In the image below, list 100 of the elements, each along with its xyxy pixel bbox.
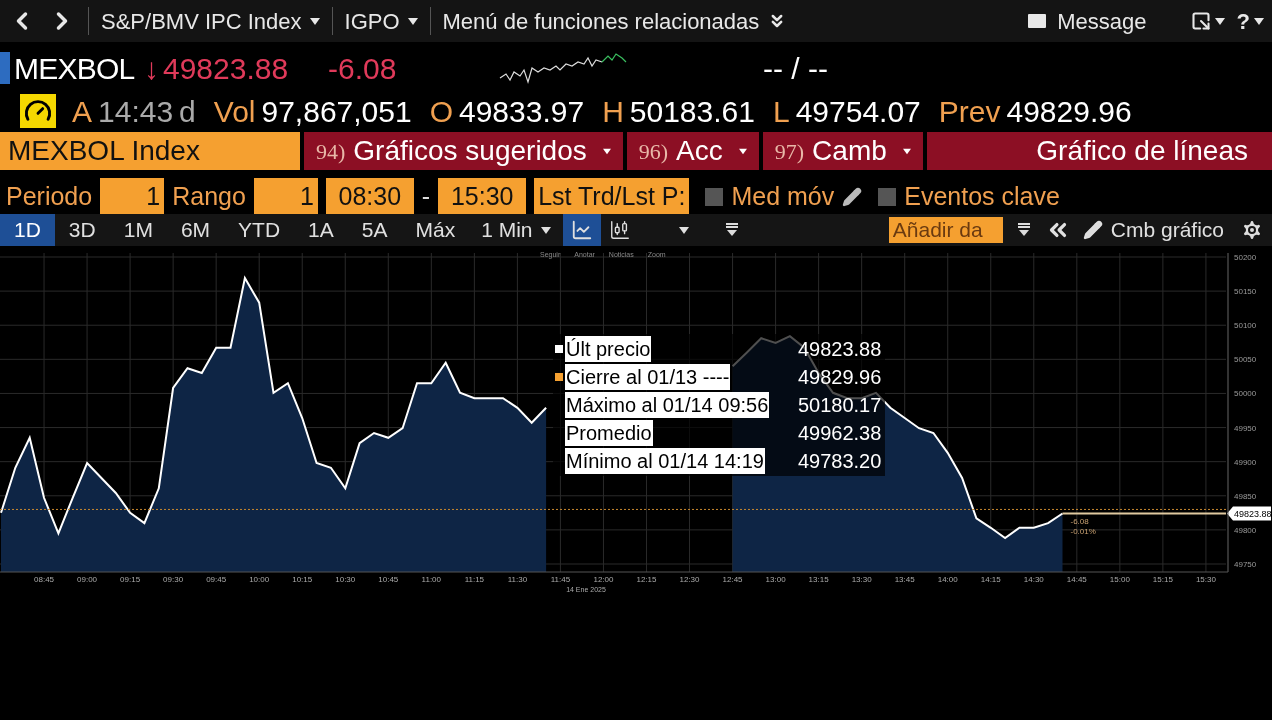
function-tab[interactable]: 96) Acc — [626, 132, 759, 170]
range-tab[interactable]: 1D — [0, 214, 55, 246]
x-axis-label: 10:30 — [335, 575, 356, 584]
last-price: 49823.88 — [163, 50, 290, 87]
message-button[interactable]: Message — [1025, 4, 1147, 38]
period-label: Periodo — [6, 181, 93, 213]
range-tab[interactable]: Máx — [401, 214, 470, 246]
direction-arrow: ↓ — [144, 50, 159, 87]
stat-label: Prev — [938, 93, 1001, 130]
edit-chart-button[interactable]: Cmb gráfico — [1078, 214, 1228, 246]
x-axis-label: 10:45 — [378, 575, 399, 584]
security-input[interactable]: MEXBOL Index — [0, 132, 300, 170]
window-icon — [1190, 11, 1211, 31]
caret-icon — [1214, 17, 1225, 25]
function-number: 94) — [316, 137, 346, 166]
function-label: Acc — [676, 134, 723, 168]
x-axis-label: 13:00 — [765, 575, 786, 584]
range-tab[interactable]: 1M — [109, 214, 167, 246]
x-axis-label: 09:30 — [163, 575, 184, 584]
range-tab[interactable]: 6M — [166, 214, 225, 246]
range-tab[interactable]: 5A — [347, 214, 402, 246]
x-axis-label: 12:45 — [722, 575, 743, 584]
x-axis-label: 15:30 — [1195, 575, 1216, 584]
end-time-field[interactable]: 15:30 — [438, 178, 527, 216]
stat-label: O — [429, 93, 453, 130]
change-label: -0.01% — [1070, 526, 1096, 536]
stat-value: 50183.61 — [629, 93, 755, 130]
function-tab[interactable]: 94) Gráficos sugeridos — [304, 132, 623, 170]
range-label: Rango — [172, 181, 246, 213]
range-tab[interactable]: 1A — [294, 214, 348, 246]
related-functions-menu[interactable]: Menú de funciones relacionadas — [442, 4, 788, 38]
function-number: 96) — [638, 137, 669, 166]
market-status: A — [72, 93, 92, 130]
x-axis-label: 12:30 — [679, 575, 700, 584]
range-tab[interactable]: YTD — [224, 214, 295, 246]
x-axis-label: 14:45 — [1066, 575, 1087, 584]
y-axis-label: 49800 — [1234, 525, 1257, 535]
legend-label: Máximo al 01/14 09:56 — [565, 392, 770, 418]
x-axis-label: 11:30 — [507, 575, 528, 584]
y-axis-label: 49900 — [1234, 457, 1257, 467]
checkbox-label: Med móv — [731, 181, 835, 213]
legend-value: 49823.88 — [796, 337, 882, 362]
gauge-icon — [20, 94, 56, 128]
y-axis-label: 49750 — [1234, 560, 1257, 569]
x-axis-label: 13:45 — [894, 575, 915, 584]
legend-label: Mínimo al 01/14 14:19 — [565, 448, 765, 474]
caret-icon — [540, 226, 551, 234]
add-data-field[interactable]: Añadir da — [888, 217, 1003, 243]
last-price-label: 49823.88 — [1227, 506, 1272, 521]
time-separator: - — [421, 181, 431, 213]
y-axis-label: 49850 — [1234, 491, 1257, 501]
bid-ask: -- / -- — [763, 50, 828, 87]
function-label: Gráficos sugeridos — [353, 134, 587, 168]
function-tab[interactable]: 97) Camb — [762, 132, 923, 170]
stat-value: 97,867,051 — [261, 93, 412, 130]
x-axis-label: 10:00 — [249, 575, 270, 584]
checkbox[interactable] — [878, 188, 897, 206]
x-axis-label: 08:45 — [34, 575, 55, 584]
function-label: Gráfico de líneas — [1036, 134, 1248, 168]
range-tab[interactable]: 3D — [54, 214, 110, 246]
stat-label: H — [602, 93, 624, 130]
function-tab[interactable]: Gráfico de líneas — [926, 132, 1272, 170]
window-menu[interactable] — [1190, 11, 1225, 31]
line-chart-button[interactable] — [562, 214, 601, 246]
stat-label: Vol — [213, 93, 256, 130]
quote-time: 14:43 — [98, 93, 174, 130]
x-axis-label: 13:30 — [851, 575, 872, 584]
stat-value: 49833.97 — [459, 93, 585, 130]
help-menu[interactable]: ? — [1236, 4, 1264, 38]
security-dropdown[interactable]: S&P/BMV IPC Index — [101, 4, 320, 38]
caret-icon — [1254, 17, 1264, 25]
delay-text: d — [179, 93, 196, 130]
price-type-dropdown[interactable]: Lst Trd/Lst P: — [534, 178, 690, 216]
legend-value: 49962.38 — [796, 421, 882, 446]
source-dropdown[interactable]: IGPO — [344, 4, 418, 38]
x-axis-label: 14:00 — [937, 575, 958, 584]
x-axis-label: 11:00 — [421, 575, 442, 584]
x-axis-label: 11:45 — [550, 575, 571, 584]
y-axis-label: 49950 — [1234, 423, 1257, 433]
checkbox[interactable] — [705, 188, 724, 206]
stack-menu-icon[interactable] — [724, 223, 739, 237]
x-axis-label: 14:15 — [980, 575, 1001, 584]
x-axis-label: 11:15 — [464, 575, 485, 584]
x-axis-label: 12:15 — [636, 575, 657, 584]
start-time-field[interactable]: 08:30 — [325, 178, 414, 216]
period-field[interactable]: 1 — [100, 178, 165, 216]
line-chart-icon — [570, 219, 593, 241]
x-axis-label: 09:15 — [120, 575, 141, 584]
interval-dropdown[interactable]: 1 Min — [469, 214, 563, 246]
stat-value: 49754.07 — [795, 93, 921, 130]
function-number: 97) — [774, 137, 805, 166]
checkbox-label: Eventos clave — [904, 181, 1060, 213]
y-axis-label: 50000 — [1234, 389, 1257, 399]
range-field[interactable]: 1 — [253, 178, 318, 216]
x-axis-label: 09:00 — [77, 575, 98, 584]
caret-icon — [407, 17, 418, 25]
x-axis-label: 15:15 — [1152, 575, 1173, 584]
pencil-icon[interactable] — [842, 187, 863, 207]
pencil-icon — [1082, 220, 1103, 240]
stack-menu-icon[interactable] — [1016, 223, 1031, 237]
